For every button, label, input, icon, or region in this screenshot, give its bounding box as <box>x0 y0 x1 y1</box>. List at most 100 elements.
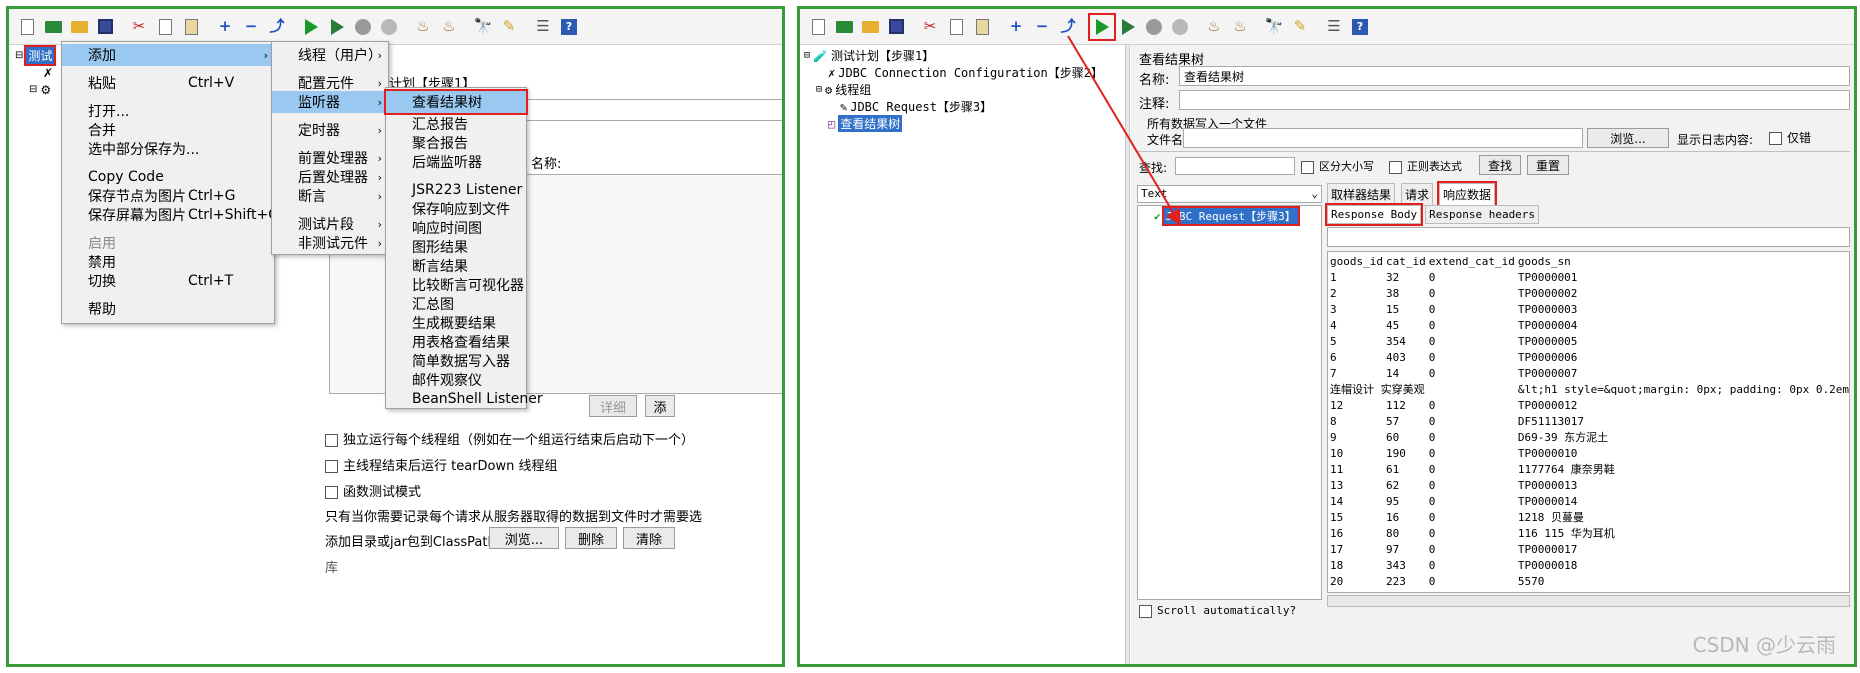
menu-item-timer[interactable]: 定时器 › <box>272 119 388 141</box>
response-search-bar[interactable] <box>1327 227 1850 247</box>
function-helper-icon[interactable]: ☰ <box>1322 15 1346 39</box>
checkbox[interactable] <box>1139 604 1152 618</box>
stop-icon[interactable] <box>351 15 375 39</box>
help-icon[interactable]: ? <box>1348 15 1372 39</box>
menu-item-non-test-element[interactable]: 非测试元件 › <box>272 232 388 254</box>
search-icon[interactable]: 🔭 <box>471 15 495 39</box>
clear-all-icon[interactable]: ♨ <box>1228 15 1252 39</box>
toggle-icon[interactable]: ⤴ <box>265 15 289 39</box>
clear-all-icon[interactable]: ♨ <box>437 15 461 39</box>
name-label: 名称: <box>1139 73 1170 88</box>
result-item[interactable]: ✔ JDBC Request【步骤3】 <box>1154 206 1300 226</box>
function-helper-icon[interactable]: ☰ <box>531 15 555 39</box>
clear-icon[interactable]: ♨ <box>1202 15 1226 39</box>
detail-button[interactable]: 详细 <box>589 395 637 417</box>
menu-item-paste[interactable]: 粘贴 Ctrl+V <box>62 72 274 94</box>
menu-item-help[interactable]: 帮助 <box>62 298 274 320</box>
filename-input[interactable] <box>1183 128 1583 148</box>
expand-icon[interactable]: + <box>1004 15 1028 39</box>
browse-button[interactable]: 浏览... <box>1587 128 1669 148</box>
start-no-pause-icon[interactable] <box>1116 15 1140 39</box>
start-no-pause-icon[interactable] <box>325 15 349 39</box>
tree-node-jdbc-request[interactable]: ✎ JDBC Request【步骤3】 <box>804 98 1074 115</box>
open-icon[interactable] <box>67 15 91 39</box>
errors-only-option[interactable]: 仅错 <box>1769 129 1811 146</box>
menu-item-threads[interactable]: 线程（用户） › <box>272 44 388 66</box>
stop-icon[interactable] <box>1142 15 1166 39</box>
new-icon[interactable] <box>15 15 39 39</box>
shutdown-icon[interactable] <box>377 15 401 39</box>
comment-input[interactable] <box>1179 90 1850 110</box>
collapse-icon[interactable]: − <box>239 15 263 39</box>
menu-item-assertion[interactable]: 断言 › <box>272 185 388 207</box>
reset-search-icon[interactable]: ✎ <box>1288 15 1312 39</box>
menu-item-listener[interactable]: 监听器 › <box>272 91 388 113</box>
copy-icon[interactable] <box>153 15 177 39</box>
menu-item-view-results-tree[interactable]: 查看结果树 <box>384 89 528 115</box>
tree-node-test-plan[interactable]: ⊟ 测试 <box>15 45 57 66</box>
cut-icon[interactable]: ✂ <box>127 15 151 39</box>
option-functional-mode[interactable]: 函数测试模式 <box>325 481 421 500</box>
menu-item-add[interactable]: 添加 › <box>62 44 274 66</box>
regex-option[interactable]: 正则表达式 <box>1389 158 1462 174</box>
templates-icon[interactable] <box>41 15 65 39</box>
horizontal-scrollbar[interactable] <box>1327 595 1850 607</box>
tree-node-jdbc-config[interactable]: ✗ JDBC Connection Configuration【步骤2】 <box>804 64 1103 81</box>
clear-icon[interactable]: ♨ <box>411 15 435 39</box>
expand-icon[interactable]: + <box>213 15 237 39</box>
reset-button[interactable]: 重置 <box>1527 155 1569 175</box>
name-input[interactable]: 查看结果树 <box>1179 66 1850 86</box>
search-input[interactable] <box>1175 157 1295 175</box>
renderer-select[interactable]: Text ⌄ <box>1137 185 1322 203</box>
checkbox[interactable] <box>1769 132 1782 145</box>
checkbox[interactable] <box>325 486 338 499</box>
scroll-automatically-option[interactable]: Scroll automatically? <box>1139 604 1296 618</box>
checkbox[interactable] <box>325 434 338 447</box>
copy-icon[interactable] <box>944 15 968 39</box>
tab-request[interactable]: 请求 <box>1401 183 1434 206</box>
start-icon[interactable] <box>1088 12 1116 41</box>
reset-search-icon[interactable]: ✎ <box>497 15 521 39</box>
checkbox[interactable] <box>325 460 338 473</box>
tab-response-data[interactable]: 响应数据 <box>1437 181 1498 208</box>
menu-item-save-screen-image[interactable]: 保存屏幕为图片 Ctrl+Shift+G <box>62 204 279 226</box>
open-icon[interactable] <box>858 15 882 39</box>
checkbox[interactable] <box>1301 160 1314 174</box>
tree-node-config[interactable]: ✗ <box>15 64 54 81</box>
browse-button[interactable]: 浏览... <box>489 527 559 549</box>
tree-node-thread-group[interactable]: ⊟ ⚙ 线程组 <box>804 81 1074 98</box>
delete-button[interactable]: 删除 <box>565 527 617 549</box>
split-divider[interactable] <box>1125 45 1130 664</box>
menu-item-toggle[interactable]: 切换 Ctrl+T <box>62 270 274 292</box>
toggle-icon[interactable]: ⤴ <box>1056 15 1080 39</box>
tree-node-thread-group[interactable]: ⊟ ⚙ <box>15 81 54 98</box>
menu-item-save-selection[interactable]: 选中部分保存为... <box>62 138 274 160</box>
start-icon[interactable] <box>299 15 323 39</box>
paste-icon[interactable] <box>179 15 203 39</box>
checkbox[interactable] <box>1389 160 1402 174</box>
find-button[interactable]: 查找 <box>1479 155 1521 175</box>
templates-icon[interactable] <box>832 15 856 39</box>
tab-response-body[interactable]: Response Body <box>1324 203 1424 226</box>
paste-icon[interactable] <box>970 15 994 39</box>
tree-node-label[interactable]: 测试 <box>24 45 57 66</box>
option-independent-threads[interactable]: 独立运行每个线程组（例如在一个组运行结束后启动下一个） <box>325 429 694 448</box>
shutdown-icon[interactable] <box>1168 15 1192 39</box>
save-icon[interactable] <box>93 15 117 39</box>
search-icon[interactable]: 🔭 <box>1262 15 1286 39</box>
tree-node-view-results-tree[interactable]: ◰ 查看结果树 <box>804 115 1074 132</box>
menu-item-beanshell-listener[interactable]: BeanShell Listener <box>386 388 543 410</box>
help-icon[interactable]: ? <box>557 15 581 39</box>
add-button-fragment[interactable]: 添 <box>645 395 675 417</box>
new-icon[interactable] <box>806 15 830 39</box>
option-teardown[interactable]: 主线程结束后运行 tearDown 线程组 <box>325 455 558 474</box>
menu-item-backend-listener[interactable]: 后端监听器 <box>386 151 526 173</box>
collapse-icon[interactable]: − <box>1030 15 1054 39</box>
cut-icon[interactable]: ✂ <box>918 15 942 39</box>
tab-sampler-result[interactable]: 取样器结果 <box>1327 183 1396 206</box>
save-icon[interactable] <box>884 15 908 39</box>
tab-response-headers[interactable]: Response headers <box>1425 205 1540 224</box>
case-sensitive-option[interactable]: 区分大小写 <box>1301 158 1374 174</box>
clear-button[interactable]: 清除 <box>623 527 675 549</box>
tree-node-test-plan[interactable]: ⊟ 🧪 测试计划【步骤1】 <box>804 47 1074 64</box>
